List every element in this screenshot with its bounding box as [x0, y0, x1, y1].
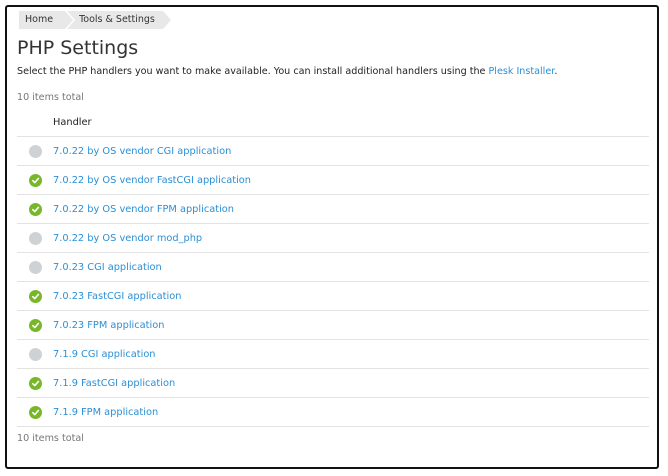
- handler-cell: 7.0.23 CGI application: [17, 252, 649, 282]
- handler-link[interactable]: 7.0.23 FPM application: [53, 320, 164, 331]
- table-row: 7.1.9 CGI application: [17, 339, 649, 369]
- handler-link[interactable]: 7.0.22 by OS vendor FPM application: [53, 204, 234, 215]
- table-row: 7.0.22 by OS vendor mod_php: [17, 223, 649, 253]
- handler-cell-inner: 7.1.9 FastCGI application: [17, 376, 649, 390]
- check-circle-icon: [29, 376, 42, 390]
- handler-cell: 7.0.22 by OS vendor mod_php: [17, 223, 649, 253]
- items-total-top: 10 items total: [17, 92, 84, 103]
- handler-link[interactable]: 7.0.22 by OS vendor FastCGI application: [53, 175, 251, 186]
- check-circle-icon: [29, 173, 42, 187]
- check-circle-icon: [29, 318, 42, 332]
- handler-link[interactable]: 7.1.9 CGI application: [53, 349, 156, 360]
- table-row: 7.0.22 by OS vendor CGI application: [17, 136, 649, 166]
- handler-cell-inner: 7.0.22 by OS vendor mod_php: [17, 231, 649, 245]
- description-end: .: [554, 66, 558, 77]
- plesk-installer-link[interactable]: Plesk Installer: [489, 66, 555, 77]
- main-content: Home Tools & Settings PHP Settings Selec…: [7, 7, 657, 444]
- page-title: PHP Settings: [17, 37, 139, 59]
- description-text: Select the PHP handlers you want to make…: [17, 66, 489, 77]
- breadcrumb-home[interactable]: Home: [19, 11, 76, 29]
- table-row: 7.1.9 FastCGI application: [17, 368, 649, 398]
- handler-column-header[interactable]: Handler: [17, 109, 649, 137]
- gray-circle-icon: [29, 231, 42, 245]
- table-row: 7.0.23 CGI application: [17, 252, 649, 282]
- table-row: 7.1.9 FPM application: [17, 397, 649, 427]
- items-total-bottom: 10 items total: [17, 433, 84, 444]
- handler-cell-inner: 7.0.23 FPM application: [17, 318, 649, 332]
- check-circle-icon: [29, 289, 42, 303]
- handler-cell-inner: 7.0.23 FastCGI application: [17, 289, 649, 303]
- handler-cell: 7.0.22 by OS vendor FastCGI application: [17, 165, 649, 195]
- handler-cell-inner: 7.0.23 CGI application: [17, 260, 649, 274]
- handler-cell-inner: 7.0.22 by OS vendor FastCGI application: [17, 173, 649, 187]
- handler-cell-inner: 7.0.22 by OS vendor CGI application: [17, 144, 649, 158]
- table-row: 7.0.23 FastCGI application: [17, 281, 649, 311]
- gray-circle-icon: [29, 144, 42, 158]
- handlers-table: Handler 7.0.22 by OS vendor CGI applicat…: [17, 109, 649, 427]
- breadcrumb-tools-settings[interactable]: Tools & Settings: [67, 11, 171, 29]
- handler-cell: 7.1.9 FPM application: [17, 397, 649, 427]
- check-circle-icon: [29, 405, 42, 419]
- table-row: 7.0.22 by OS vendor FPM application: [17, 194, 649, 224]
- table-row: 7.0.23 FPM application: [17, 310, 649, 340]
- gray-circle-icon: [29, 347, 42, 361]
- handler-cell: 7.0.23 FPM application: [17, 310, 649, 340]
- table-row: 7.0.22 by OS vendor FastCGI application: [17, 165, 649, 195]
- handler-cell: 7.1.9 FastCGI application: [17, 368, 649, 398]
- handler-cell-inner: 7.1.9 FPM application: [17, 405, 649, 419]
- handler-link[interactable]: 7.1.9 FPM application: [53, 407, 158, 418]
- handler-cell-inner: 7.1.9 CGI application: [17, 347, 649, 361]
- handlers-table-body: 7.0.22 by OS vendor CGI application 7.0.2…: [17, 136, 649, 427]
- handler-link[interactable]: 7.0.22 by OS vendor mod_php: [53, 233, 202, 244]
- handler-link[interactable]: 7.0.23 CGI application: [53, 262, 162, 273]
- breadcrumb: Home Tools & Settings: [19, 11, 647, 29]
- handler-cell-inner: 7.0.22 by OS vendor FPM application: [17, 202, 649, 216]
- gray-circle-icon: [29, 260, 42, 274]
- handler-link[interactable]: 7.1.9 FastCGI application: [53, 378, 175, 389]
- handler-cell: 7.0.22 by OS vendor FPM application: [17, 194, 649, 224]
- handler-link[interactable]: 7.0.23 FastCGI application: [53, 291, 181, 302]
- page-description: Select the PHP handlers you want to make…: [17, 66, 647, 77]
- handler-cell: 7.0.22 by OS vendor CGI application: [17, 136, 649, 166]
- handler-cell: 7.0.23 FastCGI application: [17, 281, 649, 311]
- handler-link[interactable]: 7.0.22 by OS vendor CGI application: [53, 146, 231, 157]
- check-circle-icon: [29, 202, 42, 216]
- handler-cell: 7.1.9 CGI application: [17, 339, 649, 369]
- table-header-row: Handler: [17, 109, 649, 137]
- window-frame: Home Tools & Settings PHP Settings Selec…: [5, 5, 659, 469]
